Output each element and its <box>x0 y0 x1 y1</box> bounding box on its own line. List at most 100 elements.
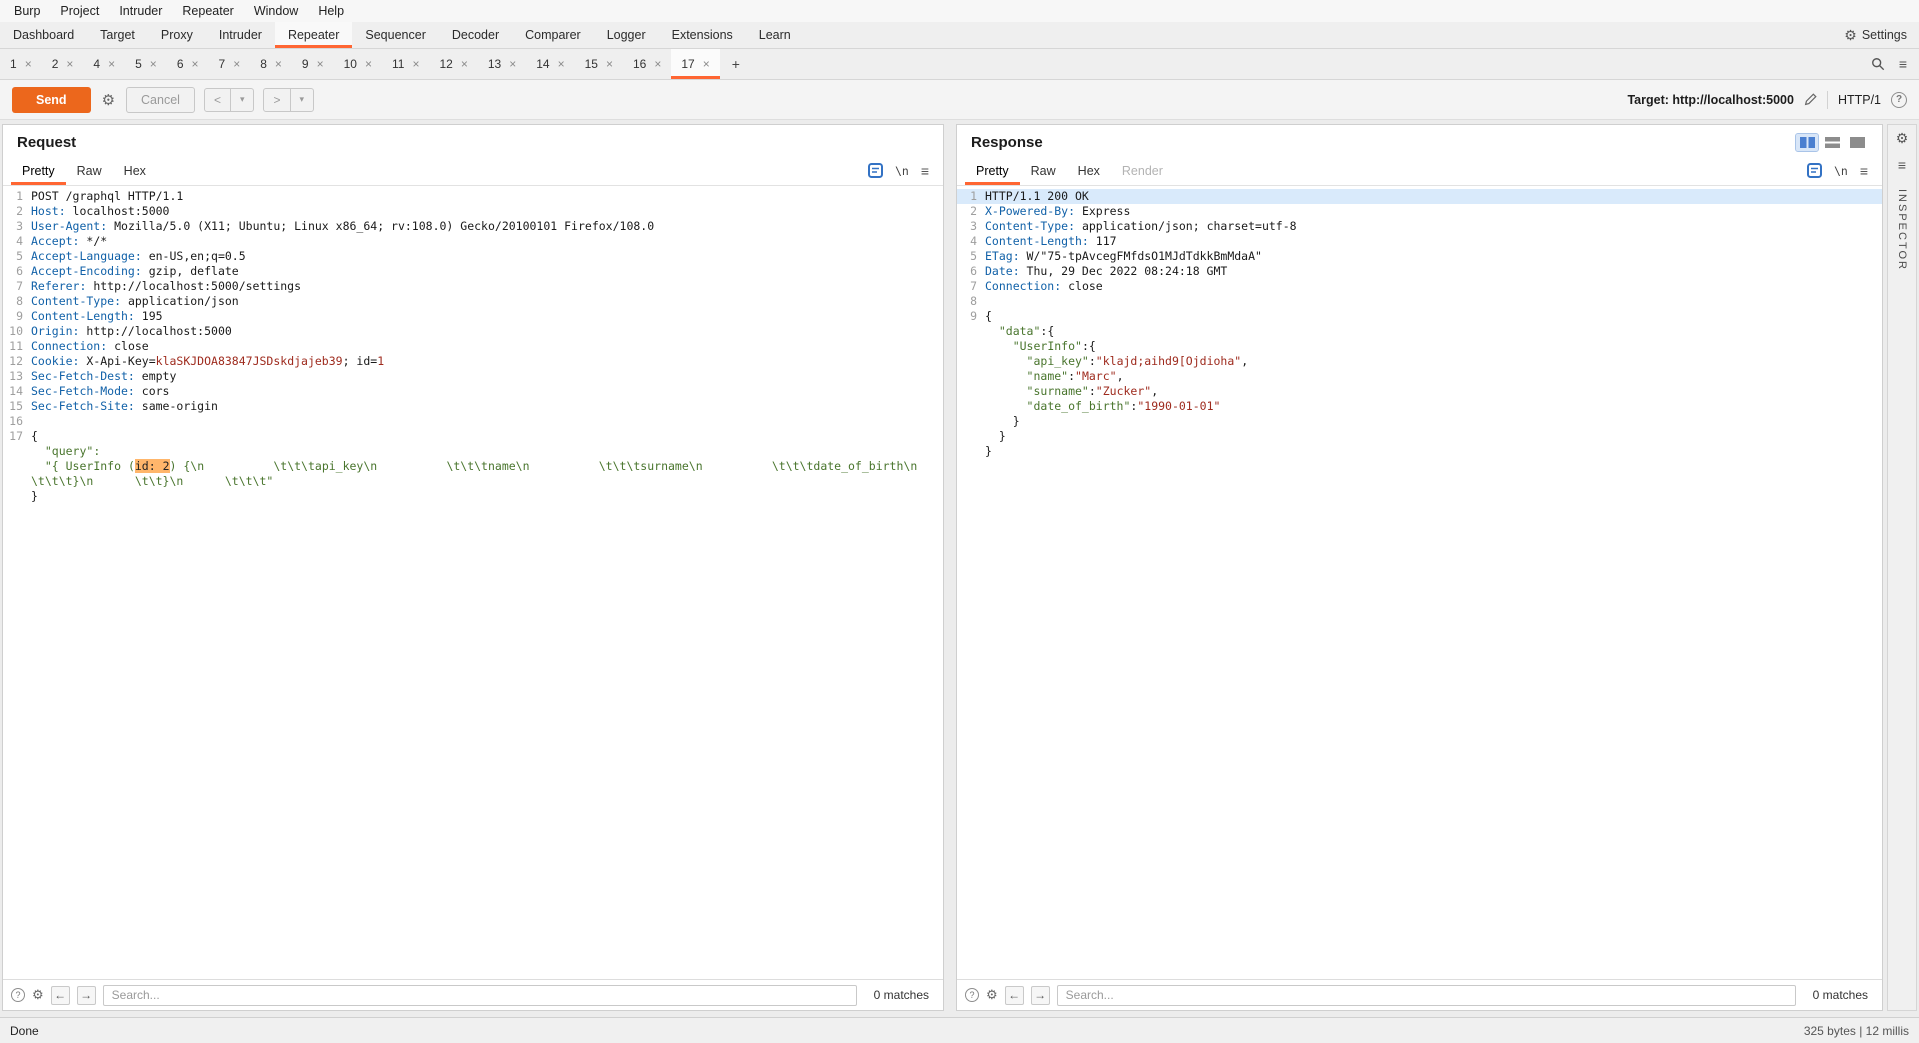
repeater-tab-1[interactable]: 1 × <box>0 49 42 79</box>
repeater-tab-7[interactable]: 7 × <box>209 49 251 79</box>
prettify-icon[interactable] <box>1806 163 1822 178</box>
tab-target[interactable]: Target <box>87 22 148 48</box>
line-number: 1 <box>970 189 977 203</box>
prettify-icon[interactable] <box>867 163 883 178</box>
subtab-raw[interactable]: Raw <box>66 156 113 185</box>
layout-single-icon[interactable] <box>1846 134 1868 151</box>
tab-learn[interactable]: Learn <box>746 22 804 48</box>
repeater-tab-11[interactable]: 11 × <box>382 49 429 79</box>
repeater-tab-12[interactable]: 12 × <box>429 49 477 79</box>
send-button[interactable]: Send <box>12 86 91 113</box>
close-tab-icon[interactable]: × <box>233 57 240 71</box>
tab-list-menu-icon[interactable]: ≡ <box>1899 57 1907 71</box>
repeater-tab-14[interactable]: 14 × <box>526 49 574 79</box>
code-token: HTTP/1.1 200 OK <box>985 189 1089 203</box>
repeater-tab-4[interactable]: 4 × <box>83 49 125 79</box>
history-back-button[interactable]: < <box>205 89 230 111</box>
history-forward-dropdown-icon[interactable]: ▾ <box>289 88 314 111</box>
search-settings-gear-icon[interactable]: ⚙ <box>986 987 998 1003</box>
tab-comparer[interactable]: Comparer <box>512 22 594 48</box>
code-text: Host: localhost:5000 <box>31 204 943 219</box>
search-settings-gear-icon[interactable]: ⚙ <box>32 987 44 1003</box>
search-icon[interactable] <box>1871 57 1885 71</box>
menu-item-repeater[interactable]: Repeater <box>172 2 243 20</box>
response-search-input[interactable] <box>1056 984 1796 1006</box>
close-tab-icon[interactable]: × <box>703 57 710 71</box>
layout-rows-icon[interactable] <box>1821 134 1843 151</box>
show-newlines-toggle[interactable]: \n <box>895 164 909 178</box>
search-help-icon[interactable]: ? <box>11 988 25 1002</box>
subtab-pretty[interactable]: Pretty <box>965 156 1020 185</box>
menu-item-help[interactable]: Help <box>308 2 354 20</box>
tab-intruder[interactable]: Intruder <box>206 22 275 48</box>
close-tab-icon[interactable]: × <box>25 57 32 71</box>
close-tab-icon[interactable]: × <box>509 57 516 71</box>
inspector-menu-icon[interactable]: ≡ <box>1898 157 1906 173</box>
inspector-gear-icon[interactable]: ⚙ <box>1896 131 1909 145</box>
close-tab-icon[interactable]: × <box>558 57 565 71</box>
repeater-tab-2[interactable]: 2 × <box>42 49 84 79</box>
search-prev-button[interactable]: ← <box>1004 985 1024 1005</box>
line-number <box>957 339 985 354</box>
response-editor[interactable]: 1 HTTP/1.1 200 OK 2 X-Powered-By: Express 3 C… <box>957 186 1882 979</box>
settings-button[interactable]: ⚙ Settings <box>1832 22 1919 48</box>
close-tab-icon[interactable]: × <box>108 57 115 71</box>
repeater-tab-17[interactable]: 17 × <box>671 49 720 79</box>
repeater-tab-16[interactable]: 16 × <box>623 49 671 79</box>
menu-item-window[interactable]: Window <box>244 2 308 20</box>
search-help-icon[interactable]: ? <box>965 988 979 1002</box>
close-tab-icon[interactable]: × <box>365 57 372 71</box>
repeater-tab-6[interactable]: 6 × <box>167 49 209 79</box>
subtab-hex[interactable]: Hex <box>113 156 157 185</box>
inspector-sidebar[interactable]: ⚙ ≡ INSPECTOR <box>1887 124 1917 1011</box>
http-version-selector[interactable]: HTTP/1 <box>1838 93 1881 107</box>
menu-item-burp[interactable]: Burp <box>4 2 50 20</box>
request-search-input[interactable] <box>102 984 857 1006</box>
close-tab-icon[interactable]: × <box>461 57 468 71</box>
repeater-tab-15[interactable]: 15 × <box>575 49 623 79</box>
edit-target-pencil-icon[interactable] <box>1804 93 1817 106</box>
history-back-dropdown-icon[interactable]: ▾ <box>229 88 254 111</box>
close-tab-icon[interactable]: × <box>66 57 73 71</box>
help-icon[interactable]: ? <box>1891 91 1907 108</box>
repeater-tab-5[interactable]: 5 × <box>125 49 167 79</box>
response-menu-icon[interactable]: ≡ <box>1860 164 1868 178</box>
request-settings-gear-icon[interactable]: ⚙ <box>100 91 117 109</box>
search-next-button[interactable]: → <box>1030 985 1050 1005</box>
subtab-hex[interactable]: Hex <box>1067 156 1111 185</box>
tab-logger[interactable]: Logger <box>594 22 659 48</box>
tab-decoder[interactable]: Decoder <box>439 22 512 48</box>
subtab-pretty[interactable]: Pretty <box>11 156 66 185</box>
request-menu-icon[interactable]: ≡ <box>921 164 929 178</box>
close-tab-icon[interactable]: × <box>192 57 199 71</box>
tab-dashboard[interactable]: Dashboard <box>0 22 87 48</box>
tab-sequencer[interactable]: Sequencer <box>352 22 438 48</box>
search-next-button[interactable]: → <box>76 985 96 1005</box>
tab-repeater[interactable]: Repeater <box>274 22 353 48</box>
subtab-render[interactable]: Render <box>1111 156 1174 185</box>
tab-extensions[interactable]: Extensions <box>659 22 746 48</box>
tab-proxy[interactable]: Proxy <box>148 22 206 48</box>
search-prev-button[interactable]: ← <box>50 985 70 1005</box>
layout-columns-icon[interactable] <box>1795 133 1819 152</box>
subtab-raw[interactable]: Raw <box>1020 156 1067 185</box>
show-newlines-toggle[interactable]: \n <box>1834 164 1848 178</box>
close-tab-icon[interactable]: × <box>275 57 282 71</box>
menu-item-intruder[interactable]: Intruder <box>109 2 172 20</box>
close-tab-icon[interactable]: × <box>606 57 613 71</box>
repeater-tab-8[interactable]: 8 × <box>250 49 292 79</box>
close-tab-icon[interactable]: × <box>412 57 419 71</box>
repeater-tab-13[interactable]: 13 × <box>478 49 526 79</box>
add-tab-button[interactable]: + <box>720 49 752 79</box>
close-tab-icon[interactable]: × <box>150 57 157 71</box>
menu-item-project[interactable]: Project <box>50 2 109 20</box>
cancel-button[interactable]: Cancel <box>126 86 195 113</box>
request-search-bar: ? ⚙ ← → 0 matches <box>3 979 943 1010</box>
panel-splitter[interactable] <box>944 124 956 1011</box>
repeater-tab-10[interactable]: 10 × <box>334 49 382 79</box>
repeater-tab-9[interactable]: 9 × <box>292 49 334 79</box>
history-forward-button[interactable]: > <box>264 89 289 111</box>
close-tab-icon[interactable]: × <box>317 57 324 71</box>
close-tab-icon[interactable]: × <box>654 57 661 71</box>
request-editor[interactable]: 1 POST /graphql HTTP/1.1 2 Host: localhost:… <box>3 186 943 979</box>
